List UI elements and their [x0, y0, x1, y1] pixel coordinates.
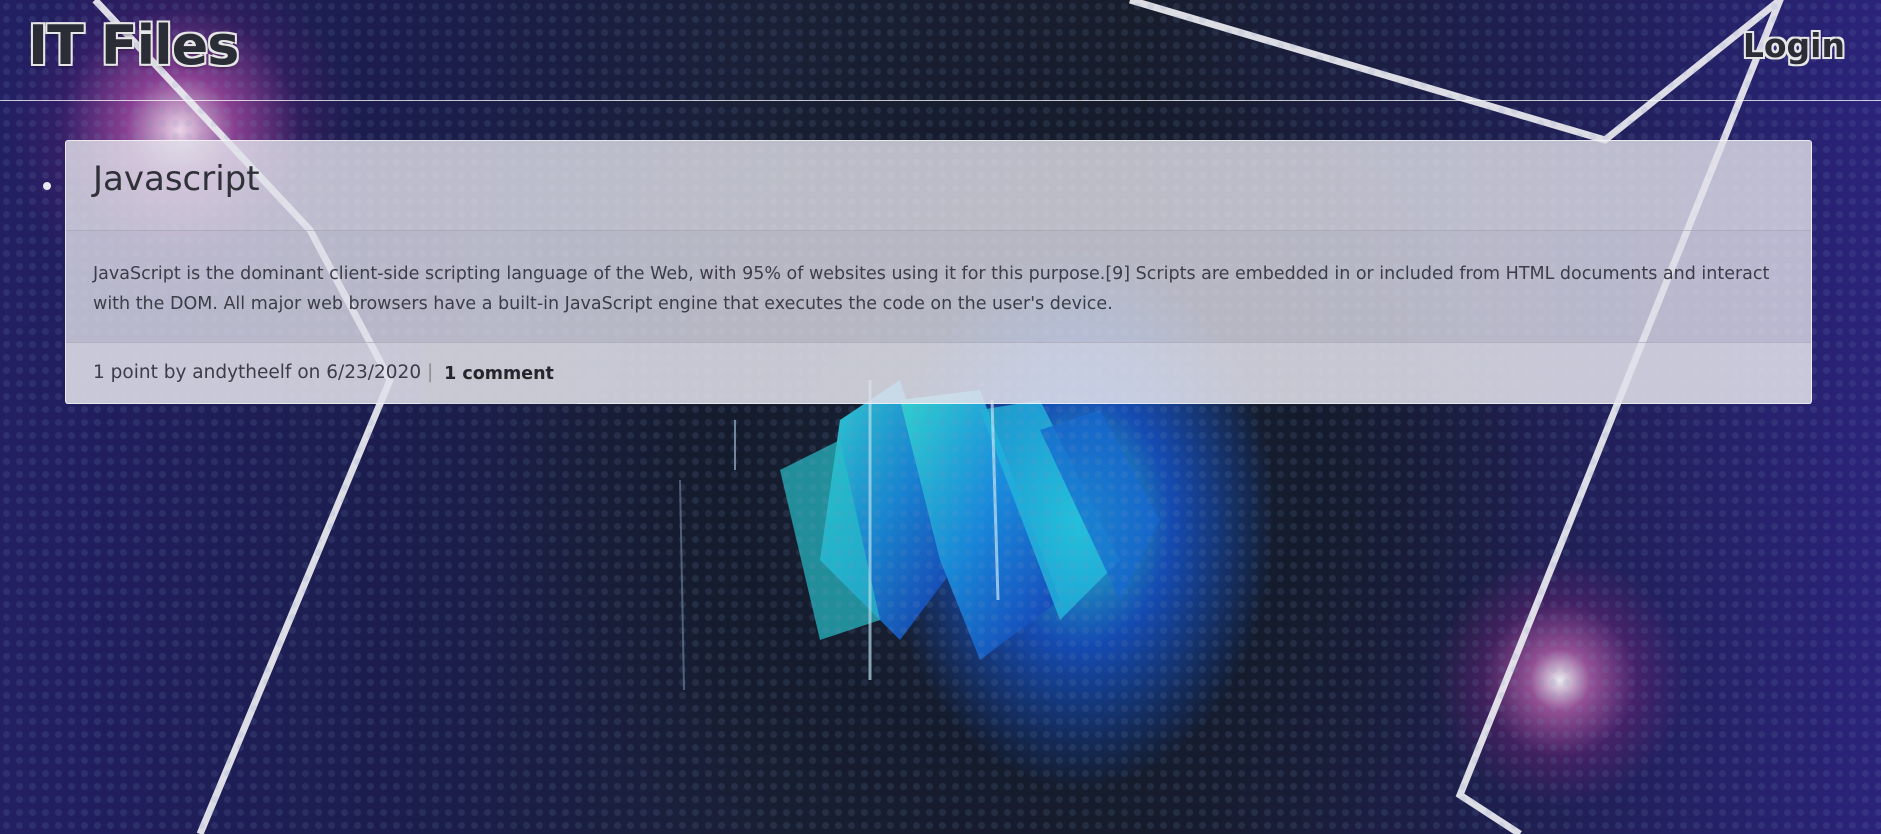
- post-meta: 1 point by andytheelf on 6/23/2020 |: [93, 362, 434, 383]
- top-navigation-bar: IT Files Login: [0, 0, 1881, 101]
- login-link[interactable]: Login: [1743, 26, 1845, 65]
- hex-texture: [0, 0, 1881, 834]
- post-header: Javascript: [66, 141, 1811, 231]
- comments-button[interactable]: 1 comment: [421, 343, 577, 404]
- post-title[interactable]: Javascript: [93, 159, 260, 199]
- bullet-icon: [43, 182, 51, 190]
- background-artwork: [92, 0, 1784, 834]
- post-body: JavaScript is the dominant client-side s…: [93, 264, 1770, 314]
- post-card: Javascript JavaScript is the dominant cl…: [65, 140, 1812, 404]
- post-footer: 1 point by andytheelf on 6/23/2020 | 1 c…: [66, 342, 1811, 404]
- site-title[interactable]: IT Files: [28, 14, 239, 77]
